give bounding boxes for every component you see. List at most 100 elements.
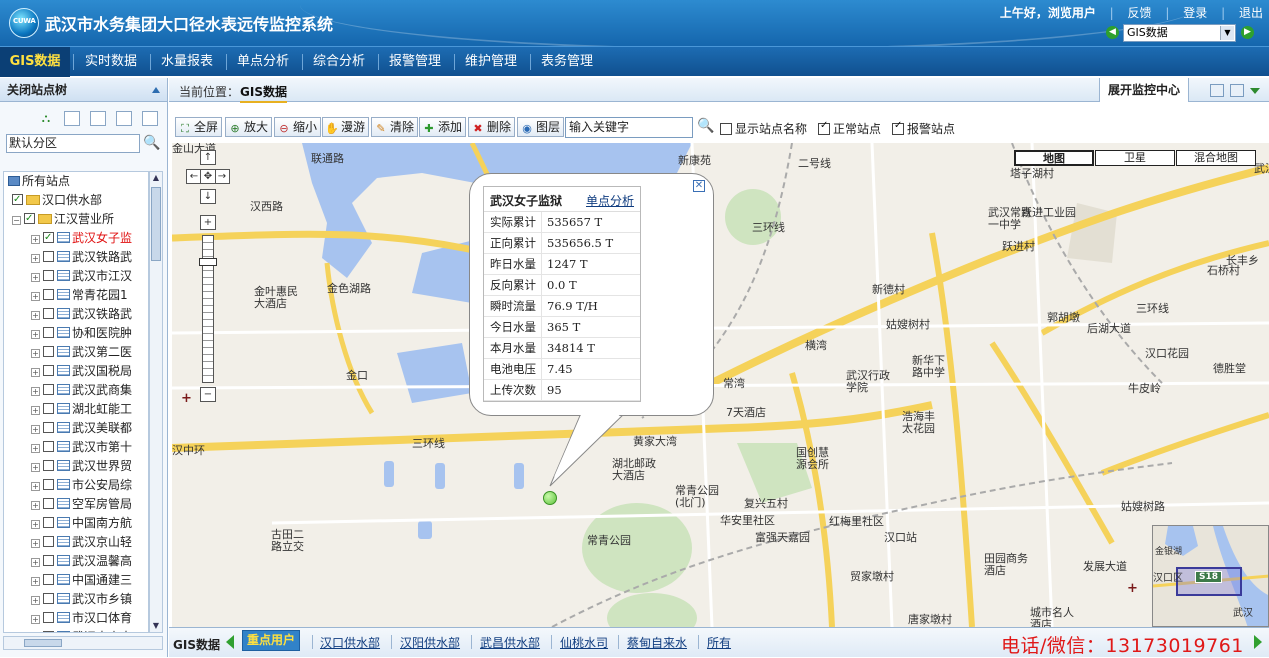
- tree-site-item[interactable]: + 武汉市第十: [31, 438, 132, 457]
- tree-site-item[interactable]: + 常青花园1: [31, 286, 128, 305]
- expand-toggle-icon[interactable]: +: [31, 558, 40, 567]
- expand-toggle-icon[interactable]: +: [31, 539, 40, 548]
- tree-vscrollbar[interactable]: ▲ ▼: [149, 171, 163, 633]
- tree-checkbox[interactable]: [43, 517, 54, 528]
- tree-site-item[interactable]: + 武汉京山轻: [31, 533, 132, 552]
- layer-button[interactable]: ◉ 图层: [517, 117, 565, 137]
- export-icon[interactable]: [142, 111, 158, 126]
- tab-key-users[interactable]: 重点用户: [242, 630, 301, 651]
- panel-header[interactable]: 关闭站点树: [0, 78, 167, 102]
- tree-checkbox[interactable]: [43, 479, 54, 490]
- tree-site-item[interactable]: + 中国通建三: [31, 571, 132, 590]
- clear-button[interactable]: ✎ 清除: [371, 117, 419, 137]
- tree-site-item[interactable]: + 武汉第二医: [31, 343, 132, 362]
- expand-toggle-icon[interactable]: +: [31, 425, 40, 434]
- logout-link[interactable]: 退出: [1239, 6, 1263, 20]
- expand-toggle-icon[interactable]: +: [31, 368, 40, 377]
- collapse-icon[interactable]: [152, 87, 160, 93]
- tree-site-item[interactable]: + 空军房管局: [31, 495, 132, 514]
- search-icon[interactable]: 🔍: [143, 135, 160, 151]
- tree-site-item[interactable]: + 武汉美联都: [31, 419, 132, 438]
- grid-view-icon[interactable]: [64, 111, 80, 126]
- org-tree-icon[interactable]: ⛬: [38, 111, 54, 126]
- checkbox-box[interactable]: [892, 120, 904, 135]
- expand-toggle-icon[interactable]: +: [31, 596, 40, 605]
- tree-site-item[interactable]: + 武汉武商集: [31, 381, 132, 400]
- checkbox-box[interactable]: [720, 123, 732, 135]
- overview-map[interactable]: 金银湖 S18 武汉 汉口区: [1152, 525, 1269, 627]
- tree-site-item[interactable]: + 湖北虹能工: [31, 400, 132, 419]
- expand-toggle-icon[interactable]: +: [31, 406, 40, 415]
- edit-icon[interactable]: [116, 111, 132, 126]
- list-view-icon[interactable]: [90, 111, 106, 126]
- expand-toggle-icon[interactable]: +: [31, 501, 40, 510]
- tree-site-item[interactable]: +武汉中山大: [31, 628, 132, 632]
- scroll-up-icon[interactable]: ▲: [151, 172, 161, 184]
- login-link[interactable]: 登录: [1183, 6, 1207, 20]
- nav-alarm[interactable]: 报警管理: [380, 47, 450, 77]
- expand-toggle-icon[interactable]: +: [31, 235, 40, 244]
- tree-site-item[interactable]: + 武汉铁路武: [31, 248, 132, 267]
- tree-checkbox[interactable]: [43, 593, 54, 604]
- checkbox-box[interactable]: [818, 120, 830, 135]
- pan-button[interactable]: ✋ 漫游: [322, 117, 370, 137]
- nav-maintenance[interactable]: 维护管理: [456, 47, 526, 77]
- hscroll-thumb[interactable]: [24, 639, 62, 647]
- expand-toggle-icon[interactable]: +: [31, 463, 40, 472]
- tab-caidian[interactable]: 蔡甸自来水: [627, 634, 687, 651]
- tree-site-item[interactable]: + 市公安局综: [31, 476, 132, 495]
- tree-checkbox[interactable]: [43, 574, 54, 585]
- tree-site-item[interactable]: + 市汉口体育: [31, 609, 132, 628]
- feedback-link[interactable]: 反馈: [1128, 6, 1152, 20]
- tree-checkbox[interactable]: [43, 612, 54, 623]
- collapse-left-icon[interactable]: [226, 635, 234, 649]
- tree-checkbox[interactable]: [12, 190, 23, 209]
- tree-checkbox[interactable]: [43, 422, 54, 433]
- tree-checkbox[interactable]: [43, 460, 54, 471]
- monitor-center-toggle[interactable]: 展开监控中心: [1099, 78, 1190, 102]
- scroll-down-icon[interactable]: ▼: [151, 620, 161, 632]
- tree-checkbox[interactable]: [43, 365, 54, 376]
- tree-checkbox[interactable]: [43, 251, 54, 262]
- expand-toggle-icon[interactable]: +: [31, 577, 40, 586]
- expand-toggle-icon[interactable]: +: [31, 349, 40, 358]
- collapse-toggle-icon[interactable]: −: [12, 216, 21, 225]
- tree-site-item[interactable]: + 武汉国税局: [31, 362, 132, 381]
- tree-checkbox[interactable]: [43, 346, 54, 357]
- tree-checkbox[interactable]: [43, 555, 54, 566]
- tab-wuchang[interactable]: 武昌供水部: [480, 634, 540, 651]
- tree-checkbox[interactable]: [43, 441, 54, 452]
- tab-all[interactable]: 所有: [707, 634, 731, 651]
- tab-xiantao[interactable]: 仙桃水司: [560, 634, 608, 651]
- tree-checkbox[interactable]: [43, 270, 54, 281]
- screen-icon[interactable]: [1230, 84, 1244, 97]
- window-icon[interactable]: [1210, 84, 1224, 97]
- tree-checkbox[interactable]: [43, 536, 54, 547]
- tree-root[interactable]: 所有站点: [8, 172, 70, 191]
- zone-input[interactable]: 默认分区: [6, 134, 140, 153]
- expand-toggle-icon[interactable]: +: [31, 311, 40, 320]
- mode-select[interactable]: GIS数据 ▼: [1123, 24, 1236, 42]
- tree-site-item[interactable]: + 协和医院肿: [31, 324, 132, 343]
- expand-toggle-icon[interactable]: +: [31, 387, 40, 396]
- nav-gis[interactable]: GIS数据: [0, 47, 70, 77]
- tree-checkbox[interactable]: [43, 289, 54, 300]
- nav-single-analysis[interactable]: 单点分析: [228, 47, 298, 77]
- tree-site-item[interactable]: + 中国南方航: [31, 514, 132, 533]
- tree-checkbox[interactable]: [43, 384, 54, 395]
- prev-arrow-icon[interactable]: ◀: [1106, 26, 1119, 39]
- tree-checkbox[interactable]: [24, 209, 35, 228]
- expand-toggle-icon[interactable]: +: [31, 520, 40, 529]
- normal-site-checkbox[interactable]: 正常站点: [818, 120, 881, 137]
- tree-checkbox[interactable]: [43, 631, 54, 632]
- expand-toggle-icon[interactable]: +: [31, 254, 40, 263]
- tree-checkbox[interactable]: [43, 498, 54, 509]
- expand-toggle-icon[interactable]: +: [31, 292, 40, 301]
- tree-site-item[interactable]: + 武汉市江汉: [31, 267, 132, 286]
- nav-combined-analysis[interactable]: 综合分析: [304, 47, 374, 77]
- tree-site-item[interactable]: + 武汉市乡镇: [31, 590, 132, 609]
- tree-checkbox[interactable]: [43, 327, 54, 338]
- close-icon[interactable]: ✕: [693, 180, 705, 192]
- expand-toggle-icon[interactable]: +: [31, 330, 40, 339]
- nav-realtime[interactable]: 实时数据: [76, 47, 146, 77]
